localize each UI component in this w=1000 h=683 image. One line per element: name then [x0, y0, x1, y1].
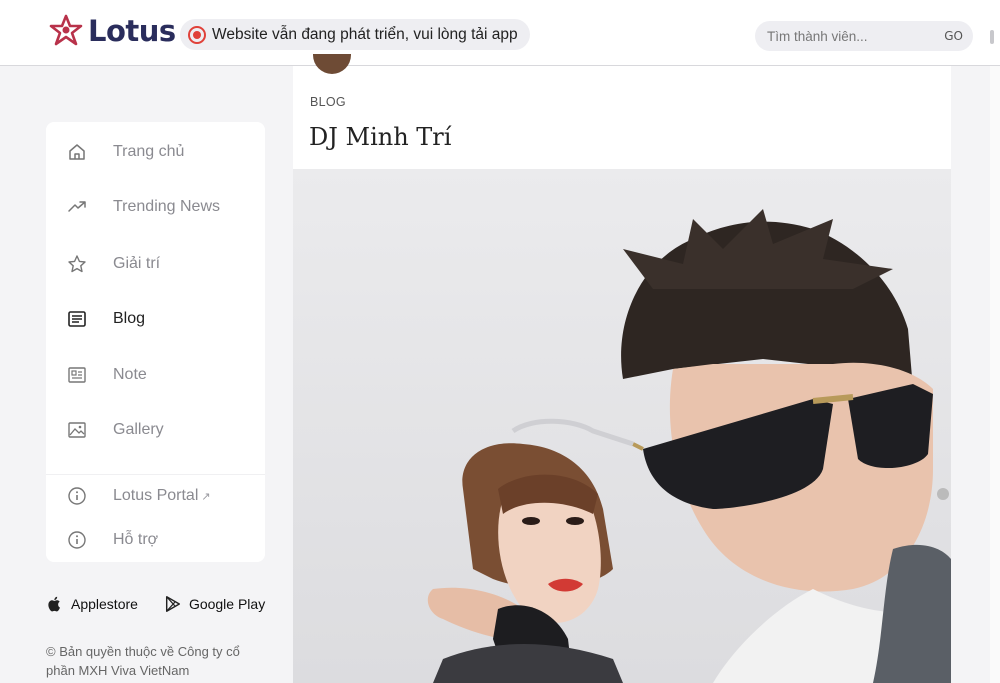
external-link-icon: ↗: [201, 491, 211, 503]
sidebar-item-label: Hỗ trợ: [113, 531, 159, 548]
copyright-text: © Bản quyền thuộc về Công ty cổ phần MXH…: [46, 644, 240, 678]
sidebar-item-label: Lotus Portal ↗: [113, 487, 211, 504]
post-header-card: BLOG DJ Minh Trí: [293, 54, 951, 169]
member-search: GO: [755, 21, 973, 51]
sidebar-item-note[interactable]: Note: [46, 357, 265, 393]
record-icon: [188, 25, 206, 44]
sidebar-item-label: Gallery: [113, 421, 164, 438]
sidebar-item-entertainment[interactable]: Giải trí: [46, 246, 265, 282]
selfie-photo-illustration: [293, 169, 951, 683]
applestore-link[interactable]: Applestore: [46, 595, 138, 613]
sidebar-nav: Trang chủ Trending News Giải trí Blog No…: [46, 122, 265, 562]
applestore-label: Applestore: [71, 596, 138, 612]
google-play-label: Google Play: [188, 596, 266, 612]
info-icon: [66, 529, 88, 551]
google-play-icon: [165, 596, 180, 612]
sidebar-item-blog[interactable]: Blog: [46, 301, 265, 337]
sidebar-divider: [46, 474, 265, 475]
sidebar-item-lotus-portal[interactable]: Lotus Portal ↗: [46, 478, 265, 514]
star-icon: [66, 253, 88, 275]
info-icon: [66, 485, 88, 507]
note-icon: [66, 364, 88, 386]
gallery-icon: [66, 419, 88, 441]
scrollbar-top[interactable]: [990, 30, 994, 44]
blog-icon: [66, 308, 88, 330]
trending-icon: [66, 196, 88, 218]
dev-notice-text: Website vẫn đang phát triển, vui lòng tả…: [212, 25, 518, 43]
home-icon: [66, 141, 88, 163]
post-image: [293, 169, 951, 683]
top-header: Lotus Website vẫn đang phát triển, vui l…: [0, 0, 1000, 66]
search-go-button[interactable]: GO: [944, 29, 963, 43]
lotus-flower-icon: [49, 14, 83, 46]
sidebar-item-label: Trending News: [113, 198, 221, 215]
page-scrollbar[interactable]: [990, 66, 1000, 683]
sidebar-item-home[interactable]: Trang chủ: [46, 134, 265, 170]
google-play-link[interactable]: Google Play: [164, 595, 265, 613]
sidebar-item-gallery[interactable]: Gallery: [46, 412, 265, 448]
dev-notice-banner: Website vẫn đang phát triển, vui lòng tả…: [180, 19, 530, 50]
lotus-logo[interactable]: Lotus: [48, 13, 176, 49]
logo-text: Lotus: [88, 14, 176, 48]
sidebar-item-trending[interactable]: Trending News: [46, 189, 265, 225]
author-avatar[interactable]: [313, 54, 351, 74]
search-input[interactable]: [767, 28, 945, 44]
sidebar-item-label: Note: [113, 366, 147, 383]
post-title: DJ Minh Trí: [309, 123, 452, 151]
sidebar-item-label: Blog: [113, 310, 146, 327]
sidebar-item-support[interactable]: Hỗ trợ: [46, 522, 265, 558]
apple-icon: [48, 596, 60, 612]
sidebar-item-label: Trang chủ: [113, 143, 185, 160]
post-category: BLOG: [310, 95, 346, 109]
app-store-links: Applestore Google Play: [46, 595, 291, 613]
sidebar-item-label: Giải trí: [113, 255, 161, 272]
